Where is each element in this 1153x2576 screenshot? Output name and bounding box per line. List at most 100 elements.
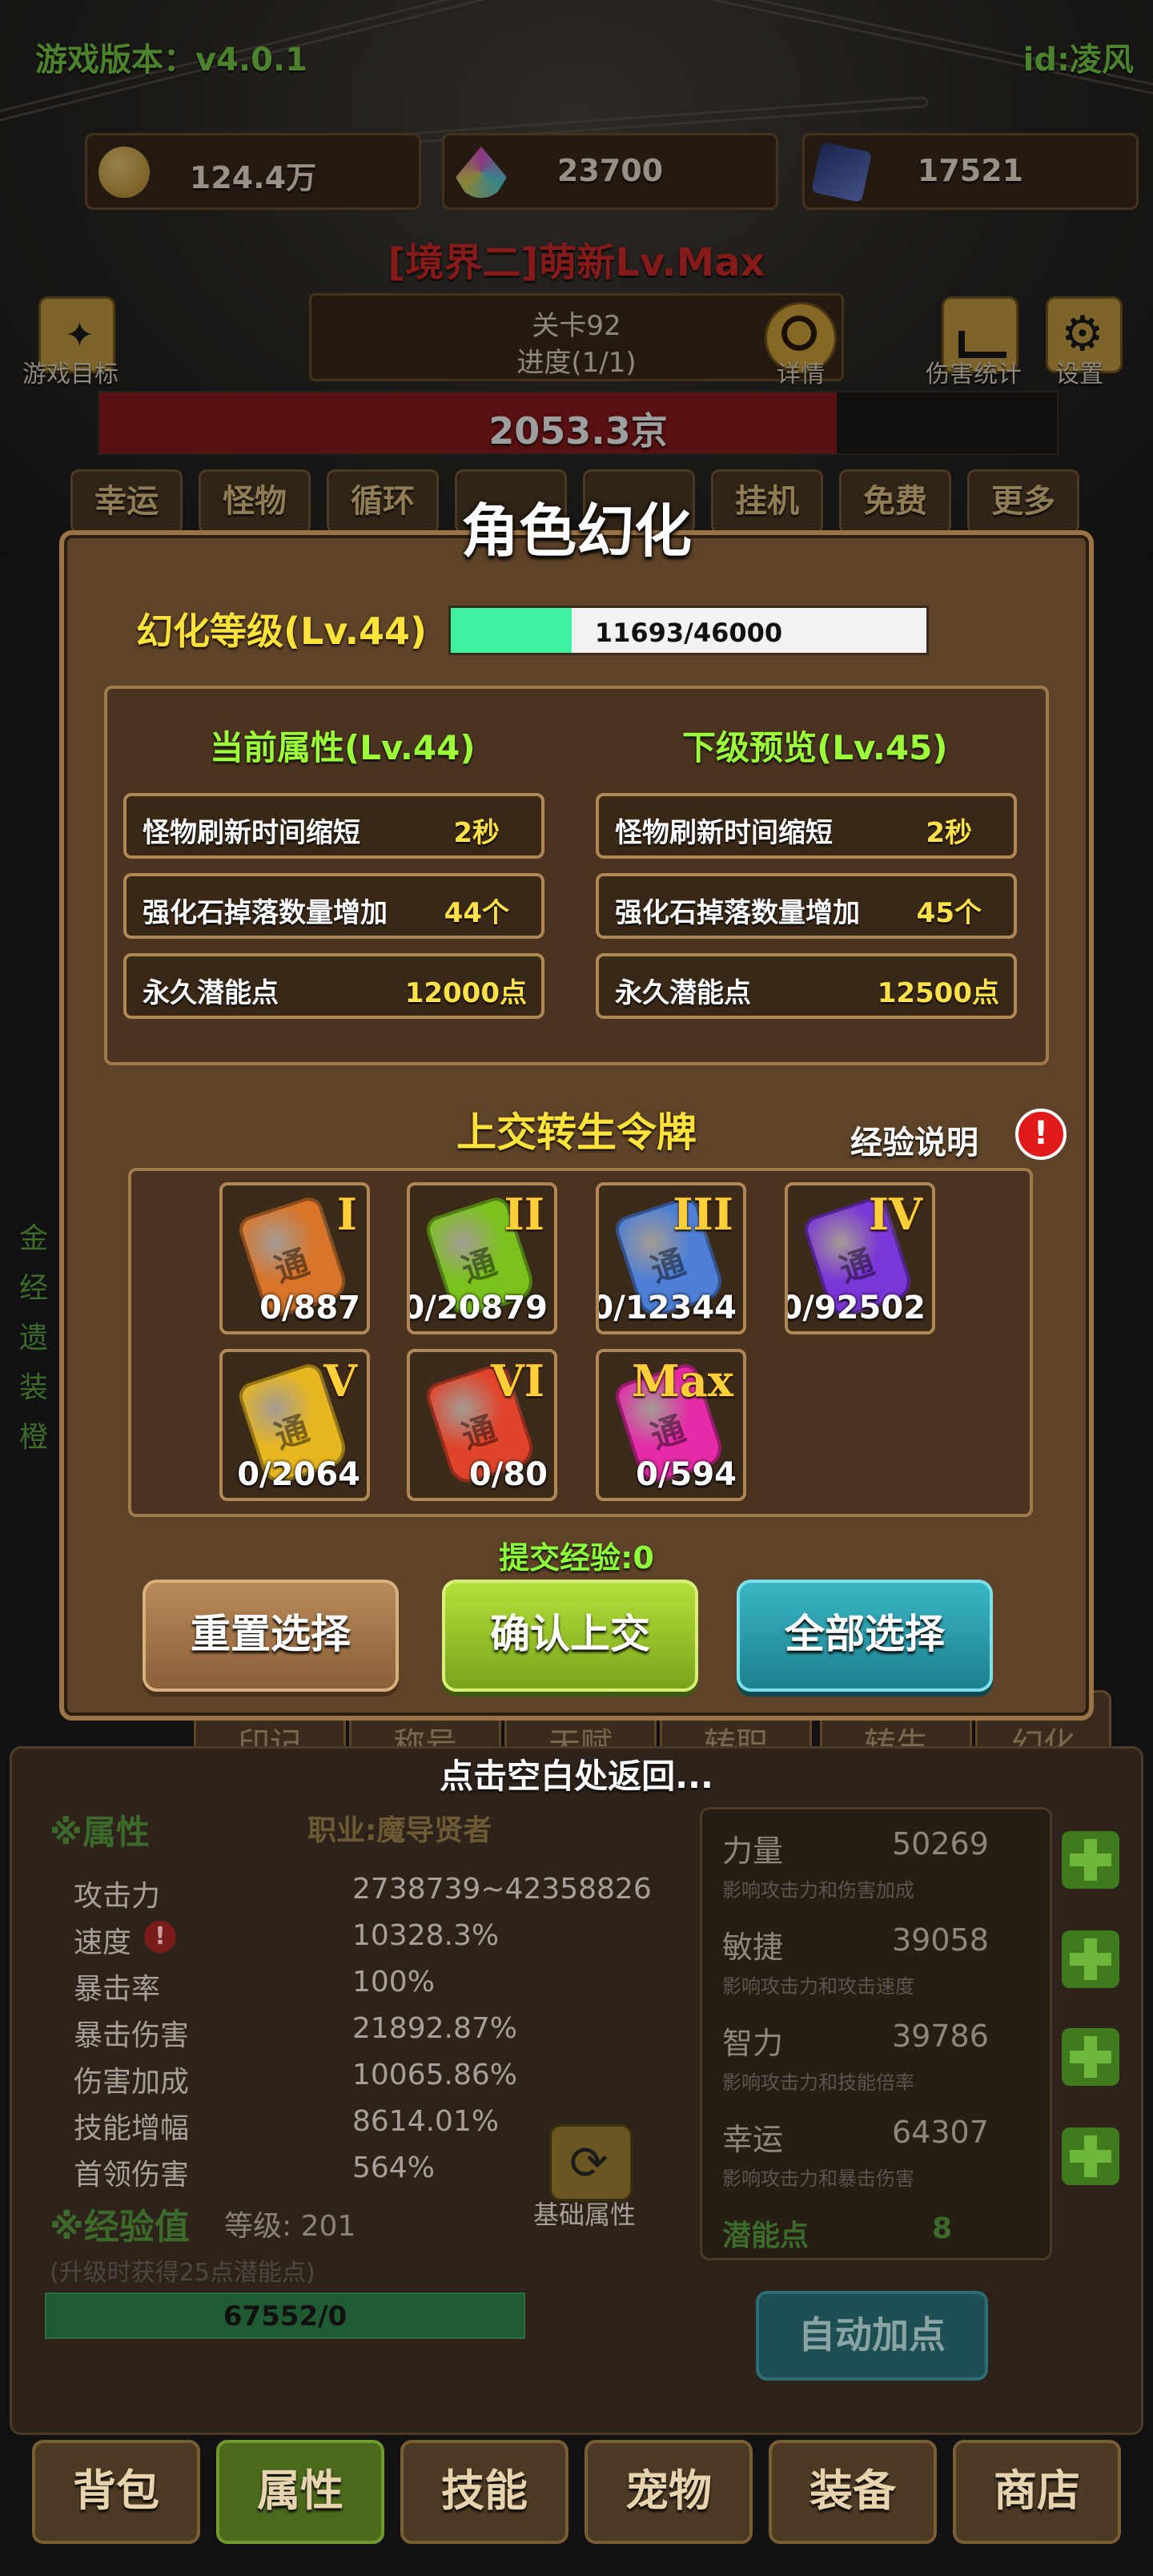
token-slot[interactable]: 通 III 0/12344	[596, 1182, 746, 1334]
nav-bag[interactable]: 背包	[32, 2440, 200, 2544]
attr-value: 21892.87%	[352, 2012, 517, 2045]
submit-exp-label: 提交经验:0	[499, 1540, 654, 1576]
reset-selection-button[interactable]: 重置选择	[143, 1580, 399, 1692]
modal-title: 角色幻化	[460, 497, 692, 565]
potential-label: 敏捷	[722, 1930, 784, 1965]
token-tier: IV	[868, 1189, 922, 1240]
exp-bar: 67552/0	[45, 2292, 525, 2339]
attr-value: 2738739~42358826	[352, 1873, 652, 1906]
edge-label: 装	[19, 1371, 49, 1404]
exp-help-alert-icon[interactable]: !	[1015, 1109, 1067, 1160]
current-stat-row: 强化石掉落数量增加 44个	[123, 873, 544, 939]
exp-note: (升级时获得25点潜能点)	[50, 2259, 315, 2287]
stat-label: 永久潜能点	[615, 977, 751, 1009]
token-slot[interactable]: 通 V 0/2064	[219, 1349, 370, 1501]
potential-value: 39058	[892, 1922, 989, 1958]
potential-value: 50269	[892, 1826, 989, 1862]
exp-title: ※经验值	[50, 2207, 190, 2248]
nav-attributes[interactable]: 属性	[216, 2440, 384, 2544]
current-attr-title: 当前属性(Lv.44)	[210, 728, 476, 767]
edge-label: 遗	[19, 1322, 49, 1354]
token-count: 0/887	[259, 1290, 360, 1326]
token-count: 0/2064	[237, 1456, 360, 1493]
token-slot[interactable]: 通 IV 0/92502	[785, 1182, 935, 1334]
attr-label: 暴击率	[74, 1973, 161, 2006]
token-count: 0/12344	[596, 1290, 737, 1326]
next-stat-row: 怪物刷新时间缩短 2秒	[596, 793, 1017, 859]
transform-level-label: 幻化等级(Lv.44)	[136, 610, 428, 653]
attributes-title: ※属性	[50, 1813, 150, 1852]
potential-label: 力量	[722, 1833, 784, 1869]
attr-label: 速度	[74, 1926, 132, 1959]
refresh-icon: ⟳	[569, 2135, 609, 2190]
next-attr-title: 下级预览(Lv.45)	[682, 728, 948, 767]
next-stat-row: 永久潜能点 12500点	[596, 953, 1017, 1019]
stat-label: 怪物刷新时间缩短	[143, 817, 360, 849]
token-tier: II	[504, 1189, 544, 1240]
potential-points-value: 8	[932, 2212, 953, 2245]
exp-help-label[interactable]: 经验说明	[850, 1117, 978, 1163]
exp-bar-text: 67552/0	[223, 2300, 348, 2332]
edge-label: 经	[19, 1272, 49, 1305]
nav-shop[interactable]: 商店	[953, 2440, 1121, 2544]
stat-value: 12000点	[404, 977, 527, 1009]
stat-value: 2秒	[926, 817, 972, 849]
attr-label: 攻击力	[74, 1880, 161, 1913]
token-count: 0/594	[636, 1456, 737, 1493]
attr-value: 8614.01%	[352, 2105, 500, 2138]
transform-exp-bar: 11693/46000	[448, 606, 929, 655]
token-count: 0/20879	[407, 1290, 548, 1326]
submit-tokens-title: 上交转生令牌	[456, 1109, 697, 1156]
next-stat-row: 强化石掉落数量增加 45个	[596, 873, 1017, 939]
stat-value: 44个	[444, 897, 509, 929]
base-attr-label: 基础属性	[533, 2200, 637, 2230]
add-agility-button[interactable]	[1062, 1930, 1119, 1988]
stat-value: 12500点	[877, 977, 999, 1009]
attr-value: 10065.86%	[352, 2059, 517, 2091]
attr-label: 暴击伤害	[74, 2019, 190, 2052]
nav-skills[interactable]: 技能	[400, 2440, 568, 2544]
token-slot[interactable]: 通 Max 0/594	[596, 1349, 746, 1501]
potential-hint: 影响攻击力和伤害加成	[722, 1879, 914, 1902]
attr-label: 伤害加成	[74, 2066, 190, 2099]
token-count: 0/80	[468, 1456, 548, 1493]
base-attr-button[interactable]: ⟳	[549, 2124, 633, 2201]
stat-label: 怪物刷新时间缩短	[615, 817, 833, 849]
stat-value: 45个	[916, 897, 982, 929]
potential-label: 智力	[722, 2026, 784, 2061]
auto-assign-button[interactable]: 自动加点	[756, 2291, 988, 2381]
edge-label: 橙	[19, 1421, 49, 1454]
potential-hint: 影响攻击力和暴击伤害	[722, 2167, 914, 2190]
token-slot[interactable]: 通 VI 0/80	[407, 1349, 557, 1501]
token-tier: Max	[632, 1355, 733, 1407]
token-tier: I	[336, 1189, 357, 1240]
potential-label: 幸运	[722, 2122, 784, 2157]
left-edge-labels: 金 经 遗 装 橙	[19, 1214, 54, 1463]
token-count: 0/92502	[785, 1290, 926, 1326]
token-slot[interactable]: 通 II 0/20879	[407, 1182, 557, 1334]
attr-value: 564%	[352, 2151, 435, 2184]
token-slot[interactable]: 通 I 0/887	[219, 1182, 370, 1334]
stat-value: 2秒	[453, 817, 500, 849]
attr-value: 10328.3%	[352, 1919, 500, 1952]
attr-label: 首领伤害	[74, 2159, 190, 2192]
job-label: 职业:魔导贤者	[307, 1814, 492, 1847]
stat-label: 强化石掉落数量增加	[143, 897, 388, 929]
nav-equipment[interactable]: 装备	[769, 2440, 937, 2544]
confirm-submit-button[interactable]: 确认上交	[442, 1580, 698, 1692]
return-hint: 点击空白处返回...	[440, 1757, 713, 1796]
add-luck-button[interactable]	[1062, 2127, 1119, 2185]
potential-hint: 影响攻击力和技能倍率	[722, 2071, 914, 2094]
potential-value: 64307	[892, 2115, 989, 2150]
select-all-button[interactable]: 全部选择	[737, 1580, 993, 1692]
add-strength-button[interactable]	[1062, 1831, 1119, 1889]
speed-info-icon[interactable]: !	[144, 1921, 176, 1953]
token-tier: III	[673, 1189, 733, 1240]
token-tier: VI	[490, 1355, 544, 1407]
nav-pets[interactable]: 宠物	[585, 2440, 753, 2544]
current-stat-row: 永久潜能点 12000点	[123, 953, 544, 1019]
add-intellect-button[interactable]	[1062, 2028, 1119, 2086]
current-stat-row: 怪物刷新时间缩短 2秒	[123, 793, 544, 859]
token-tier: V	[323, 1355, 357, 1407]
stat-label: 永久潜能点	[143, 977, 279, 1009]
